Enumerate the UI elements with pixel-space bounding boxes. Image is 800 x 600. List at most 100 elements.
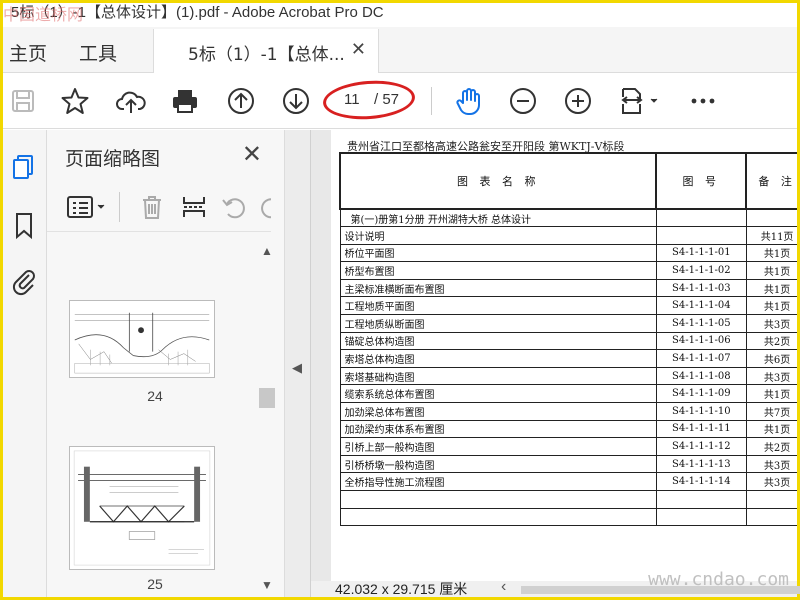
table-cell: [655, 208, 747, 228]
drawing-note: 共6页: [745, 349, 797, 368]
table-row: 引桥上部一般构造图 S4-1-1-1-12 共2页: [339, 437, 797, 456]
thumbnail-page-24[interactable]: [69, 300, 215, 378]
collapse-arrow-icon[interactable]: ◀: [292, 360, 302, 376]
drawing-note: 共3页: [745, 454, 797, 474]
drawing-name: 引桥桥墩一般构造图: [339, 454, 657, 474]
thumbnails-title: 页面缩略图: [65, 148, 161, 170]
drawing-note: 共1页: [745, 296, 797, 316]
table-row: 索塔基础构造图 S4-1-1-1-08 共3页: [339, 366, 797, 386]
drawing-note: 共3页: [745, 314, 797, 333]
zoom-out-icon[interactable]: [507, 85, 539, 117]
table-row: 锚碇总体构造图 S4-1-1-1-06 共2页: [339, 331, 797, 351]
document-view[interactable]: 贵州省江口至都格高速公路瓮安至开阳段 第WKTJ-Ⅴ标段 图 表 名 称 图 号…: [311, 130, 797, 581]
drawing-code: S4-1-1-1-07: [655, 349, 747, 368]
column-header-note: 备 注: [745, 152, 797, 210]
document-tab[interactable]: 5标（1）-1【总体... ✕: [153, 29, 379, 74]
thumbnail-options-icon[interactable]: [65, 192, 109, 222]
drawing-index-table: 图 表 名 称 图 号 备 注 第(一)册第1分册 开州湖特大桥 总体设计 设计…: [338, 152, 797, 527]
page-dimensions: 42.032 x 29.715 厘米: [335, 581, 468, 597]
table-row: 引桥桥墩一般构造图 S4-1-1-1-13 共3页: [339, 454, 797, 474]
thumbnail-page-number: 24: [147, 388, 163, 404]
hand-tool-icon[interactable]: [453, 85, 485, 117]
drawing-code: S4-1-1-1-11: [655, 419, 747, 439]
drawing-code: S4-1-1-1-10: [655, 402, 747, 421]
table-row: 桥型布置图 S4-1-1-1-02 共1页: [339, 261, 797, 280]
next-page-icon[interactable]: [280, 85, 312, 117]
scroll-left-icon[interactable]: ‹: [501, 578, 506, 596]
drawing-note: 共11页: [745, 226, 797, 245]
rotate-counterclockwise-icon[interactable]: [219, 192, 249, 222]
scroll-up-arrow-icon[interactable]: ▲: [261, 244, 273, 258]
table-cell: [339, 490, 657, 509]
drawing-name: 引桥上部一般构造图: [339, 437, 657, 456]
table-cell: [339, 507, 657, 527]
table-row: 加劲梁总体布置图 S4-1-1-1-10 共7页: [339, 402, 797, 421]
drawing-name: 工程地质平面图: [339, 296, 657, 316]
table-cell: [655, 490, 747, 509]
menu-home[interactable]: 主页: [9, 39, 47, 66]
drawing-code: S4-1-1-1-09: [655, 384, 747, 404]
insert-page-icon[interactable]: [179, 192, 209, 222]
drawing-name: 主梁标准横断面布置图: [339, 278, 657, 298]
table-row: 设计说明 共11页: [339, 226, 797, 245]
fit-page-dropdown-icon[interactable]: [617, 85, 663, 117]
drawing-name: 加劲梁总体布置图: [339, 402, 657, 421]
cloud-upload-icon[interactable]: [115, 85, 147, 117]
table-cell: [655, 507, 747, 527]
print-icon[interactable]: [169, 85, 201, 117]
menu-tools[interactable]: 工具: [79, 39, 117, 66]
collapse-pane-handle[interactable]: ◀: [285, 130, 311, 597]
drawing-note: 共2页: [745, 331, 797, 351]
site-watermark: www.cndao.com: [648, 569, 789, 590]
section-title: 第(一)册第1分册 开州湖特大桥 总体设计: [339, 208, 657, 228]
table-row: 工程地质纵断面图 S4-1-1-1-05 共3页: [339, 314, 797, 333]
drawing-code: S4-1-1-1-13: [655, 454, 747, 474]
rotate-clockwise-icon[interactable]: [257, 192, 271, 222]
drawing-code: [655, 226, 747, 245]
drawing-name: 加劲梁约束体系布置图: [339, 419, 657, 439]
drawing-note: 共1页: [745, 384, 797, 404]
drawing-name: 桥型布置图: [339, 261, 657, 280]
attachment-icon[interactable]: [9, 266, 39, 296]
drawing-code: S4-1-1-1-12: [655, 437, 747, 456]
close-tab-icon[interactable]: ✕: [351, 39, 366, 60]
left-icon-rail: [3, 130, 47, 597]
save-icon[interactable]: [7, 85, 39, 117]
previous-page-icon[interactable]: [225, 85, 257, 117]
drawing-note: 共7页: [745, 402, 797, 421]
drawing-note: 共3页: [745, 472, 797, 491]
drawing-name: 桥位平面图: [339, 243, 657, 263]
drawing-name: 索塔总体构造图: [339, 349, 657, 368]
scrollbar-thumb[interactable]: [259, 388, 275, 408]
drawing-note: 共2页: [745, 437, 797, 456]
page-thumbnails-pane: 页面缩略图 ✕ 24 25 ▲ ▼: [47, 130, 285, 597]
star-icon[interactable]: [59, 85, 91, 117]
table-cell: [745, 507, 797, 527]
close-pane-icon[interactable]: ✕: [242, 140, 262, 169]
window-title-bar: 中国道桥网 5标（1）-1【总体设计】(1).pdf - Adobe Acrob…: [3, 3, 797, 27]
toolbar-divider: [431, 87, 432, 115]
page-thumbnails-icon[interactable]: [9, 152, 39, 182]
drawing-code: S4-1-1-1-05: [655, 314, 747, 333]
table-row: 加劲梁约束体系布置图 S4-1-1-1-11 共1页: [339, 419, 797, 439]
scroll-down-arrow-icon[interactable]: ▼: [261, 578, 273, 592]
thumbnails-scrollbar[interactable]: ▲ ▼: [259, 244, 275, 597]
drawing-code: S4-1-1-1-02: [655, 261, 747, 280]
drawing-name: 工程地质纵断面图: [339, 314, 657, 333]
toolbar-divider: [119, 192, 120, 222]
drawing-note: 共1页: [745, 278, 797, 298]
zoom-in-icon[interactable]: [562, 85, 594, 117]
table-row: 工程地质平面图 S4-1-1-1-04 共1页: [339, 296, 797, 316]
drawing-note: 共1页: [745, 243, 797, 263]
bookmark-icon[interactable]: [9, 210, 39, 240]
table-row: [339, 490, 797, 509]
drawing-code: S4-1-1-1-03: [655, 278, 747, 298]
delete-page-icon[interactable]: [137, 192, 167, 222]
table-row: [339, 507, 797, 527]
thumbnail-page-25[interactable]: [69, 446, 215, 570]
table-row: 主梁标准横断面布置图 S4-1-1-1-03 共1页: [339, 278, 797, 298]
column-header-name: 图 表 名 称: [338, 152, 658, 210]
more-options-icon[interactable]: [687, 85, 719, 117]
thumbnails-toolbar: [47, 182, 271, 232]
table-row: 全桥指导性施工流程图 S4-1-1-1-14 共3页: [339, 472, 797, 491]
